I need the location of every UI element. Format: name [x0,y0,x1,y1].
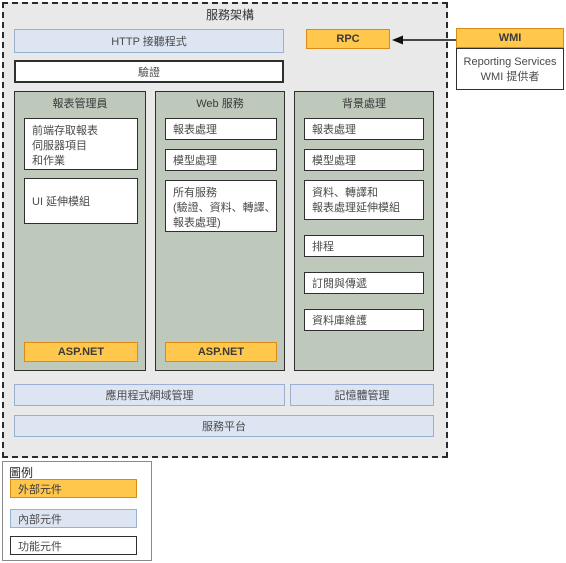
service-platform-box[interactable]: 服務平台 [14,415,434,437]
item-line: 所有服務 [173,187,217,199]
item-line: 前端存取報表 [32,125,98,137]
web-service-item-2[interactable]: 所有服務 (驗證、資料、轉譯、 報表處理) [165,180,277,232]
item-line: 資料、轉譯和 [312,187,378,199]
background-item-1[interactable]: 模型處理 [304,149,424,171]
rpc-box[interactable]: RPC [306,29,390,49]
web-service-item-1[interactable]: 模型處理 [165,149,277,171]
column-web-service: Web 服務 報表處理 模型處理 所有服務 (驗證、資料、轉譯、 報表處理) A… [155,91,285,371]
web-service-item-0[interactable]: 報表處理 [165,118,277,140]
background-item-3[interactable]: 排程 [304,235,424,257]
http-listener-box[interactable]: HTTP 接聽程式 [14,29,284,53]
wmi-to-rpc-arrow [392,35,456,45]
column-report-manager: 報表管理員 前端存取報表 伺服器項目 和作業 UI 延伸模組 ASP.NET [14,91,146,371]
background-item-0[interactable]: 報表處理 [304,118,424,140]
app-domain-management-box[interactable]: 應用程式網域管理 [14,384,285,406]
item-line: 報表處理) [173,217,221,229]
background-item-2[interactable]: 資料、轉譯和 報表處理延伸模組 [304,180,424,220]
column-title-report-manager: 報表管理員 [52,98,108,110]
item-line: (驗證、資料、轉譯、 [173,202,276,214]
wmi-provider-box[interactable]: Reporting Services WMI 提供者 [456,48,564,90]
legend-item-feature: 功能元件 [10,536,137,555]
item-line: 和作業 [32,155,65,167]
memory-management-box[interactable]: 記憶體管理 [290,384,434,406]
report-manager-footer-aspnet[interactable]: ASP.NET [24,342,138,362]
item-line: 伺服器項目 [32,140,87,152]
column-title-background-processing: 背景處理 [342,98,386,110]
wmi-provider-line2: WMI 提供者 [480,71,540,83]
legend-item-external: 外部元件 [10,479,137,498]
report-manager-item-0[interactable]: 前端存取報表 伺服器項目 和作業 [24,118,138,170]
report-manager-item-1[interactable]: UI 延伸模組 [24,178,138,224]
column-title-web-service: Web 服務 [196,98,244,110]
authentication-box[interactable]: 驗證 [14,60,284,83]
background-item-5[interactable]: 資料庫維護 [304,309,424,331]
wmi-box[interactable]: WMI [456,28,564,48]
web-service-footer-aspnet[interactable]: ASP.NET [165,342,277,362]
item-line: 報表處理延伸模組 [312,202,400,214]
diagram-title: 服務架構 [205,8,254,22]
background-item-4[interactable]: 訂閱與傳遞 [304,272,424,294]
wmi-provider-line1: Reporting Services [463,56,557,68]
column-background-processing: 背景處理 報表處理 模型處理 資料、轉譯和 報表處理延伸模組 排程 訂閱與傳遞 … [294,91,434,371]
legend-item-internal: 內部元件 [10,509,137,528]
